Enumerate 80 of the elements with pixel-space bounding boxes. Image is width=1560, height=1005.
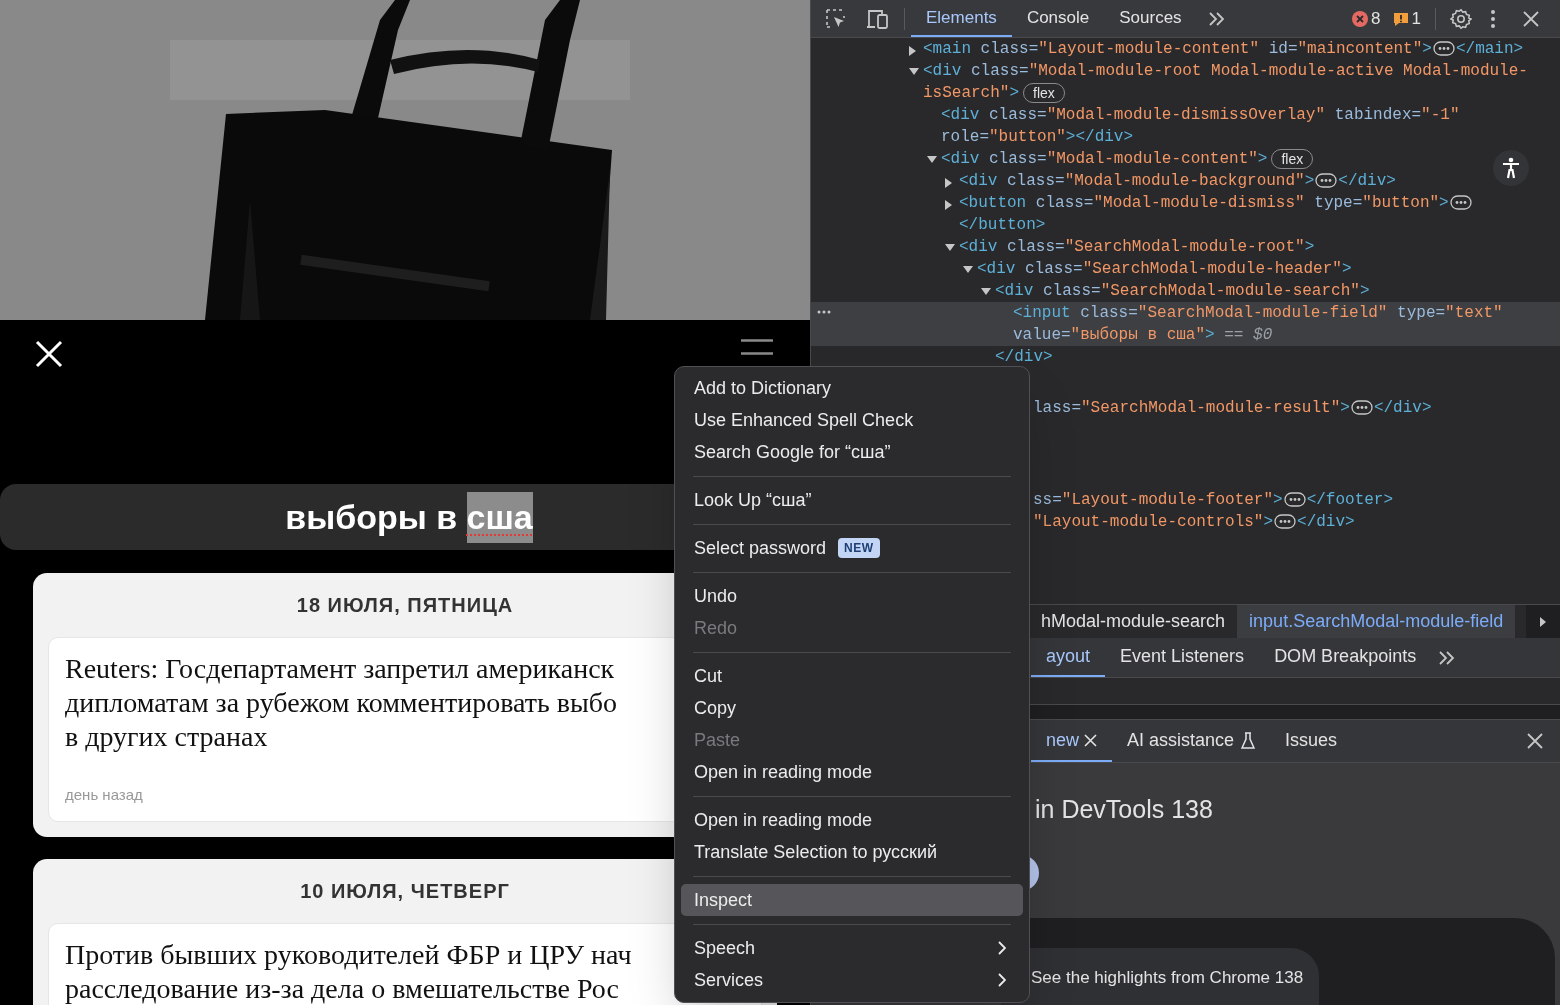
code-text: </div>: [995, 347, 1054, 368]
code-text: lass="SearchModal-module-result">: [1033, 399, 1350, 417]
ellipsis-icon[interactable]: [1283, 492, 1306, 508]
code-text: </button>: [959, 216, 1046, 234]
collapse-arrow-icon[interactable]: [981, 288, 991, 295]
accessibility-icon: [1501, 157, 1521, 179]
menu-item[interactable]: Search Google for “сша”: [681, 436, 1023, 468]
search-field[interactable]: выборы в сша: [0, 484, 674, 550]
ellipsis-icon[interactable]: [1350, 400, 1373, 416]
menu-item[interactable]: Translate Selection to русский: [681, 836, 1023, 868]
date-heading: 10 ИЮЛЯ, ЧЕТВЕРГ: [300, 878, 510, 904]
chevron-right-icon: [998, 973, 1006, 987]
timestamp: день назад: [65, 785, 144, 805]
menu-item[interactable]: Inspect: [681, 884, 1023, 916]
collapse-arrow-icon[interactable]: [945, 244, 955, 251]
ellipsis-icon[interactable]: [1274, 514, 1297, 530]
warning-icon: [1392, 10, 1409, 27]
collapse-arrow-icon[interactable]: [909, 68, 919, 75]
code-text: <div class="Modal-module-background">: [959, 172, 1315, 190]
menu-item[interactable]: Use Enhanced Spell Check: [681, 404, 1023, 436]
code-text: <input class="SearchModal-module-field" type="text" value="выборы в сша"> == $0: [1013, 303, 1504, 346]
inspect-icon[interactable]: [825, 7, 847, 30]
expand-arrow-icon[interactable]: [945, 178, 952, 188]
date-heading: 18 ИЮЛЯ, ПЯТНИЦА: [296, 593, 514, 618]
expand-arrow-icon[interactable]: [945, 200, 952, 210]
menu-item[interactable]: Add to Dictionary: [681, 372, 1023, 404]
code-text: </div>: [1297, 513, 1355, 531]
whats-new-heading: in DevTools 138: [1035, 794, 1213, 824]
code-text: <main class="Layout-module-content" id="maincontent">: [923, 40, 1432, 58]
error-icon: [1352, 10, 1369, 27]
code-text: <div class="SearchModal-module-root">: [959, 237, 1316, 258]
error-count-button[interactable]: 8: [1352, 5, 1381, 32]
menu-item[interactable]: Look Up “сша”: [681, 484, 1023, 516]
ellipsis-icon[interactable]: [1432, 41, 1455, 57]
ellipsis-icon[interactable]: [1449, 195, 1472, 211]
code-text: </div>: [1373, 399, 1432, 417]
scroll-right-button[interactable]: [1526, 605, 1560, 638]
tab[interactable]: Elements: [911, 0, 1012, 37]
close-icon[interactable]: [1084, 733, 1098, 747]
more-tabs-icon[interactable]: [1206, 10, 1227, 27]
code-text: <button class="Modal-module-dismiss" type="button">: [959, 194, 1449, 212]
code-text: <div class="SearchModal-module-header">: [977, 259, 1353, 280]
collapse-arrow-icon[interactable]: [927, 156, 937, 163]
tab[interactable]: Console: [1011, 0, 1105, 37]
menu-item[interactable]: Undo: [681, 580, 1023, 612]
tab[interactable]: Sources: [1104, 0, 1197, 37]
flask-icon: [1241, 731, 1256, 749]
breadcrumb[interactable]: input.SearchModal-module-field: [1237, 605, 1516, 638]
code-text: <div class="SearchModal-module-search">: [995, 281, 1371, 302]
expand-arrow-icon[interactable]: [909, 46, 916, 56]
close-icon[interactable]: [1527, 733, 1543, 749]
code-text: </div>: [1338, 172, 1396, 190]
code-text: </footer>: [1306, 491, 1394, 509]
tab[interactable]: DOM Breakpoints: [1259, 638, 1432, 677]
selected-row[interactable]: <input class="SearchModal-module-field" type="text" value="выборы в сша"> == $0: [811, 302, 1560, 346]
ellipsis-icon[interactable]: [1315, 173, 1338, 189]
tab[interactable]: Event Listeners: [1105, 638, 1260, 677]
code-text: <div class="Modal-module-dismissOverlay" tabindex="-1" role="button"></div>: [941, 105, 1461, 148]
tab[interactable]: AI assistance: [1112, 720, 1271, 762]
menu-icon[interactable]: [741, 339, 773, 355]
right-arrow-icon: [1539, 616, 1547, 627]
code-text: <div class="Modal-module-root Modal-module-active Modal-module-isSearch"> flex: [923, 61, 1529, 104]
warning-count-button[interactable]: 1: [1392, 5, 1421, 32]
code-text: </main>: [1455, 40, 1524, 58]
menu-item[interactable]: Select password NEW: [681, 532, 1023, 564]
highlights-link[interactable]: See the highlights from Chrome 138: [1001, 948, 1319, 1005]
code-text: ss="Layout-module-footer">: [1033, 491, 1283, 509]
code-text: "Layout-module-controls">: [1033, 513, 1274, 531]
code-text: <div class="Modal-module-content"> flex: [941, 148, 1320, 170]
accessibility-button[interactable]: [1493, 150, 1529, 186]
more-options-icon[interactable]: [1490, 8, 1496, 29]
close-icon[interactable]: [1522, 9, 1540, 28]
collapse-arrow-icon[interactable]: [963, 266, 973, 273]
new-badge: NEW: [838, 538, 880, 558]
breadcrumb[interactable]: hModal-module-search: [1029, 605, 1238, 638]
device-icon[interactable]: [866, 7, 890, 30]
chevron-right-icon: [998, 941, 1006, 955]
tab[interactable]: Issues: [1270, 720, 1353, 762]
ellipsis-icon[interactable]: [817, 310, 831, 314]
settings-icon[interactable]: [1450, 7, 1472, 30]
